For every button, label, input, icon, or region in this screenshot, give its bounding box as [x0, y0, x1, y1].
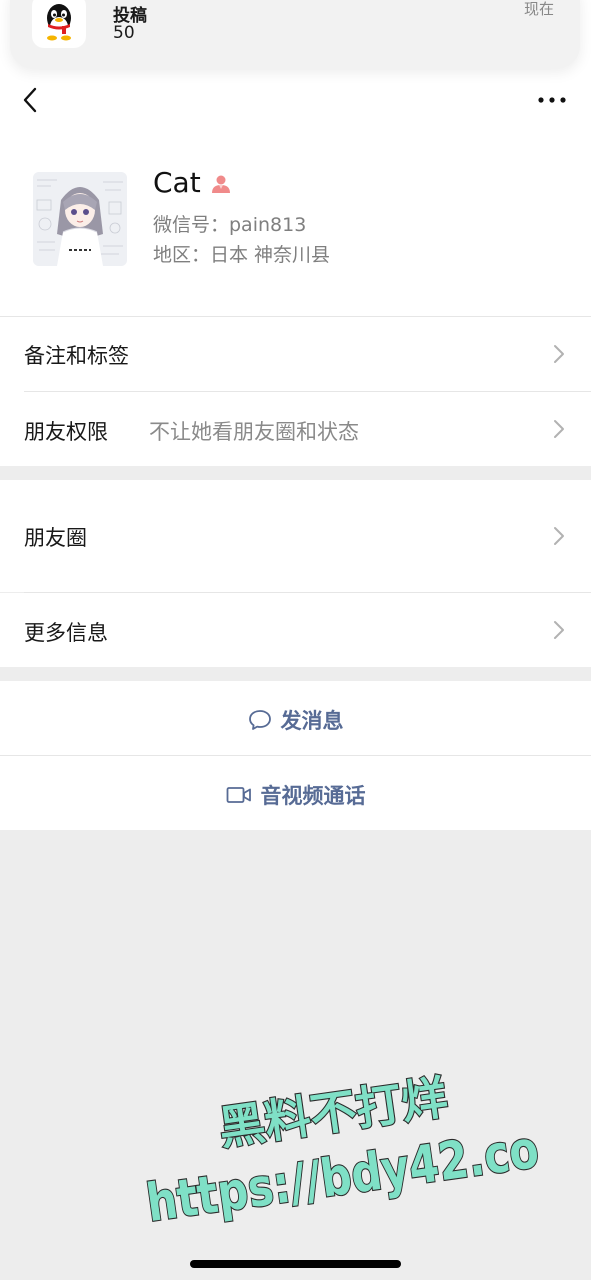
remarks-and-tags-row[interactable]: 备注和标签: [0, 317, 591, 391]
moments-label: 朋友圈: [24, 526, 87, 550]
more-dots-icon: [538, 97, 566, 103]
send-message-label: 发消息: [280, 709, 344, 733]
more-info-label: 更多信息: [24, 621, 108, 645]
female-gender-icon: [209, 172, 233, 196]
notification-count: 50: [113, 23, 135, 43]
send-message-button[interactable]: 发消息: [0, 681, 591, 755]
more-options-button[interactable]: [532, 88, 572, 112]
watermark-line1: 黑料不打烊: [215, 1070, 450, 1155]
contact-profile-page: 投稿 50 现在 Cat 微信号：pain813 地区：日本 神奈川县 备注和标…: [0, 0, 591, 1280]
watermark-line2: https://bdy42.co: [143, 1120, 543, 1234]
chevron-right-icon: [552, 417, 566, 441]
permissions-value: 不让她看朋友圈和状态: [149, 420, 359, 444]
qq-app-icon: [32, 0, 86, 48]
chevron-left-icon: [23, 87, 37, 113]
anime-girl-avatar-image: [33, 172, 127, 266]
wechat-id: 微信号：pain813: [153, 214, 307, 236]
region-text: 地区：日本 神奈川县: [153, 244, 331, 266]
home-indicator[interactable]: [190, 1260, 401, 1268]
more-info-row[interactable]: 更多信息: [0, 593, 591, 667]
video-camera-icon: [226, 787, 251, 803]
chevron-right-icon: [552, 618, 566, 642]
notification-banner[interactable]: 投稿 50 现在: [10, 0, 580, 68]
video-call-label: 音视频通话: [260, 784, 366, 808]
chevron-right-icon: [552, 524, 566, 548]
remarks-label: 备注和标签: [24, 344, 129, 368]
video-call-button[interactable]: 音视频通话: [0, 756, 591, 830]
contact-name: Cat: [153, 166, 201, 199]
notification-time: 现在: [523, 0, 554, 18]
chevron-right-icon: [552, 342, 566, 366]
contact-avatar[interactable]: [33, 172, 127, 266]
moments-row[interactable]: 朋友圈: [0, 480, 591, 592]
chat-bubble-icon: [248, 710, 271, 730]
friend-permissions-row[interactable]: 朋友权限 不让她看朋友圈和状态: [0, 392, 591, 466]
back-button[interactable]: [16, 82, 46, 118]
permissions-label: 朋友权限: [24, 420, 108, 444]
